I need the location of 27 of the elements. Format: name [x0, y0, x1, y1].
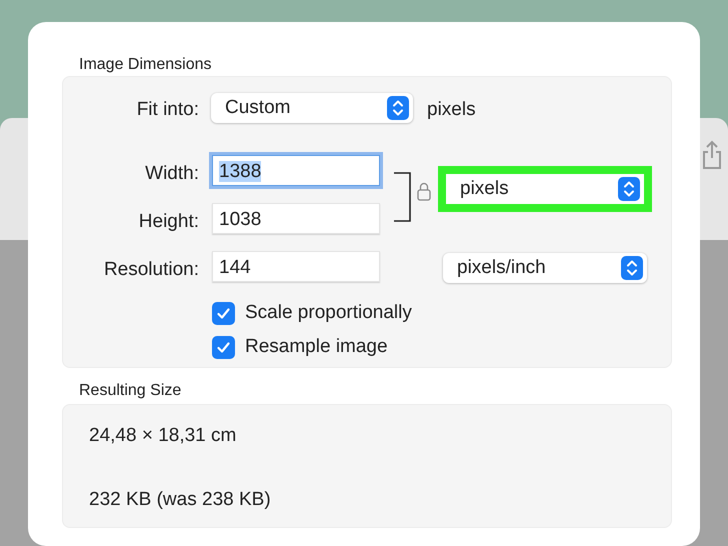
input-field[interactable]: 1038	[212, 203, 380, 234]
popup-button[interactable]: pixels	[446, 174, 644, 204]
section-title: Resulting Size	[78, 382, 182, 400]
checkbox-label: Scale proportionally	[245, 301, 412, 325]
checkmark-icon	[216, 340, 231, 355]
dimensions-text: 24,48 × 18,31 cm	[89, 424, 238, 448]
link-bracket-icon	[392, 172, 412, 222]
field-label: Fit into:	[136, 98, 199, 122]
popup-button[interactable]: Custom	[211, 93, 413, 123]
section-title: Image Dimensions	[78, 56, 212, 74]
field-label: Resolution:	[102, 258, 199, 282]
stepper-icon	[618, 177, 640, 201]
file-size-text: 232 KB (was 238 KB)	[89, 488, 272, 512]
checkbox[interactable]	[212, 336, 235, 359]
checkbox-label: Resample image	[245, 335, 388, 359]
input-field[interactable]: 144	[212, 251, 380, 282]
unit-label: pixels	[427, 98, 476, 122]
field-label: Width:	[144, 162, 199, 186]
stepper-icon	[621, 256, 643, 280]
input-field[interactable]: 1388	[212, 155, 380, 186]
checkbox[interactable]	[212, 302, 235, 325]
field-label: Height:	[138, 210, 199, 234]
share-icon[interactable]	[702, 140, 722, 170]
checkmark-icon	[216, 306, 231, 321]
popup-button[interactable]: pixels/inch	[443, 253, 647, 283]
lock-icon[interactable]	[417, 181, 431, 201]
stepper-icon	[387, 96, 409, 120]
